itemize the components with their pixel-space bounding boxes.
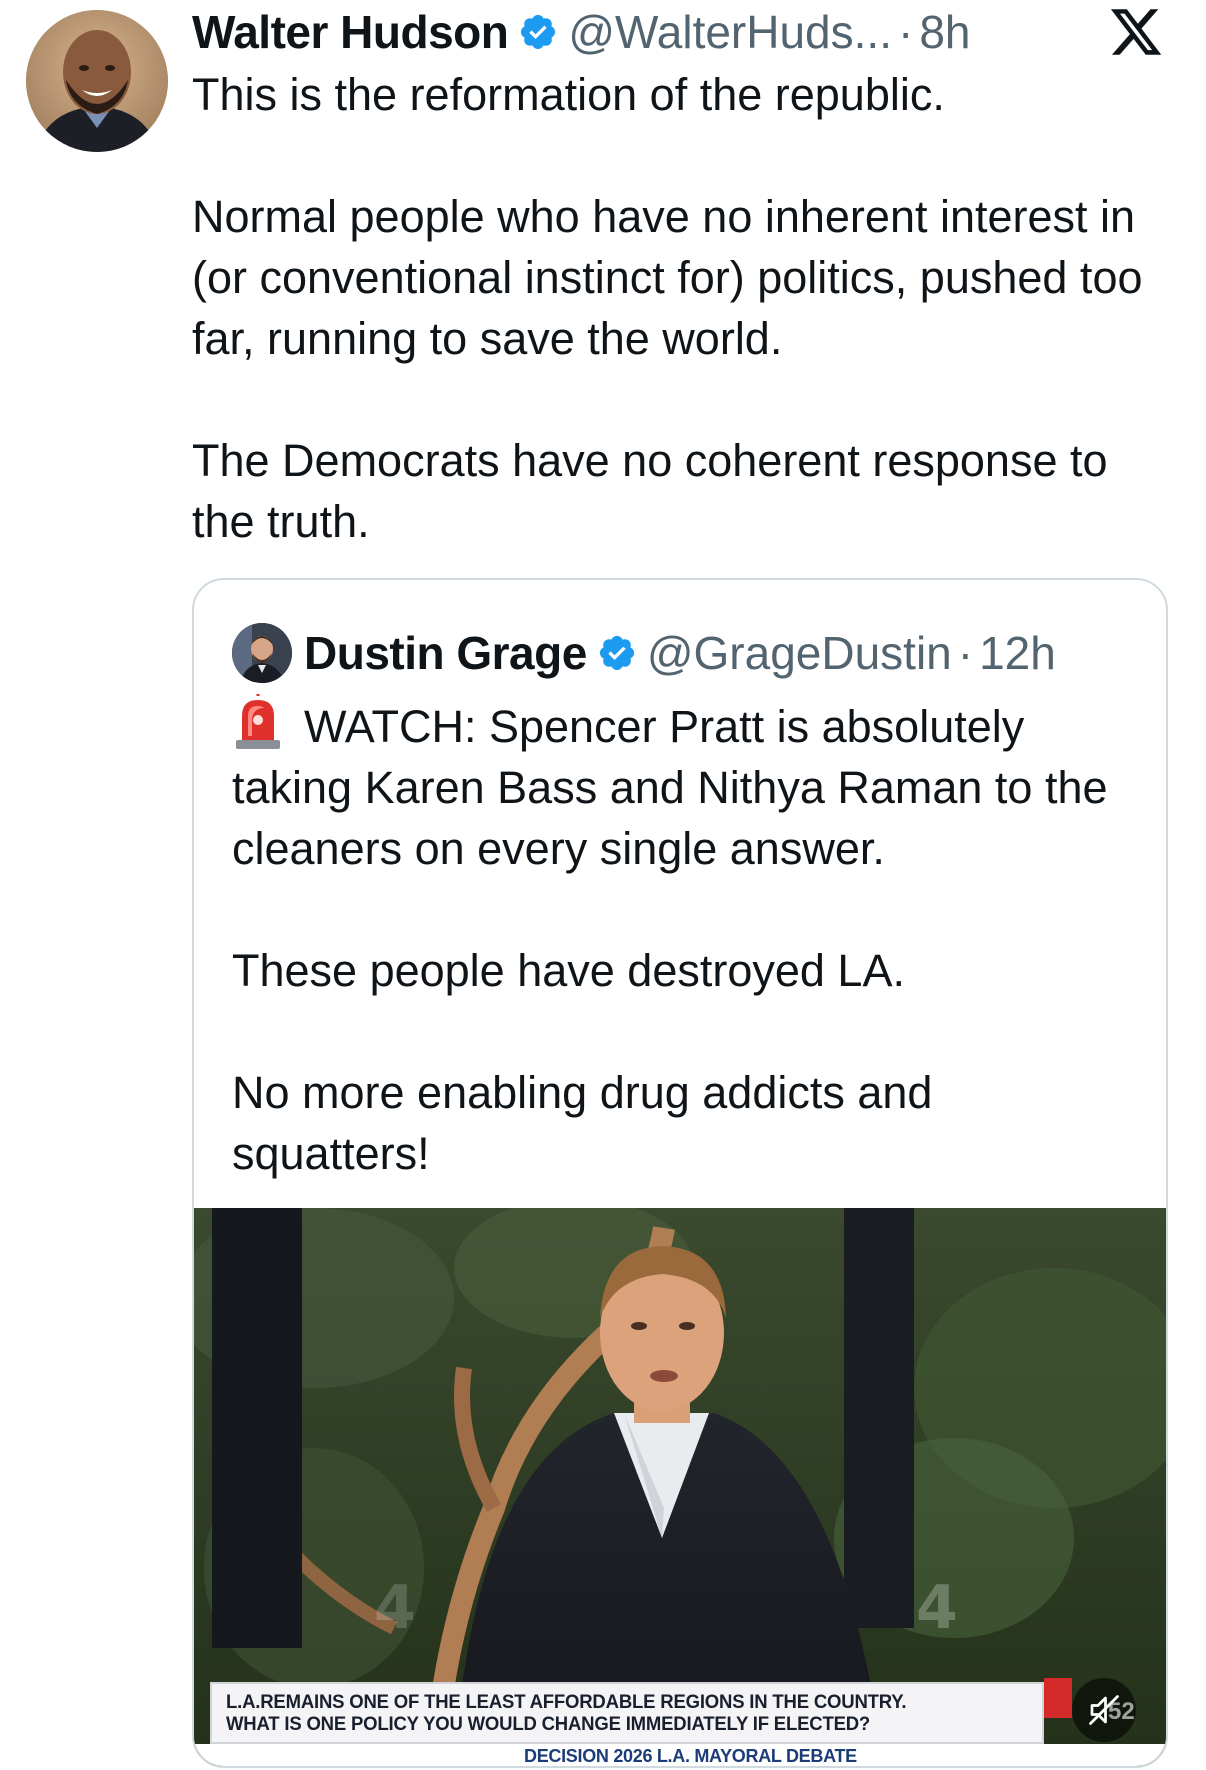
tweet-header: Walter Hudson @WalterHuds... · 8h xyxy=(192,2,970,62)
tweet-timestamp[interactable]: 8h xyxy=(919,5,970,59)
separator-dot: · xyxy=(897,6,914,58)
quoted-tweet-paragraph: WATCH: Spencer Pratt is absolutely takin… xyxy=(232,694,1132,879)
mute-button[interactable]: 52 xyxy=(1072,1678,1136,1742)
quoted-tweet-paragraph-text: WATCH: Spencer Pratt is absolutely takin… xyxy=(232,701,1108,874)
ticker-text: DECISION 2026 L.A. MAYORAL DEBATE xyxy=(524,1746,857,1766)
quoted-author-avatar[interactable] xyxy=(232,623,292,683)
channel-logo-text: 52 xyxy=(1108,1698,1135,1725)
police-siren-emoji xyxy=(232,694,284,750)
video-lower-third: L.A.REMAINS ONE OF THE LEAST AFFORDABLE … xyxy=(210,1682,1044,1744)
x-logo-icon xyxy=(1108,4,1164,60)
svg-text:4: 4 xyxy=(916,1573,958,1643)
quoted-tweet-text: WATCH: Spencer Pratt is absolutely takin… xyxy=(232,694,1132,1184)
author-avatar-image xyxy=(26,10,168,152)
tweet-paragraph: This is the reformation of the republic. xyxy=(192,69,945,120)
author-handle[interactable]: @WalterHuds... xyxy=(568,5,892,59)
quoted-author-handle[interactable]: @GrageDustin xyxy=(647,626,952,680)
quoted-author-name[interactable]: Dustin Grage xyxy=(304,626,587,680)
video-ticker: DECISION 2026 L.A. MAYORAL DEBATE xyxy=(194,1744,1166,1766)
lower-third-line: L.A.REMAINS ONE OF THE LEAST AFFORDABLE … xyxy=(226,1691,907,1713)
quoted-author-avatar-image xyxy=(232,623,292,683)
tweet-paragraph: The Democrats have no coherent response … xyxy=(192,435,1108,547)
video-player[interactable]: 4 4 L.A.REMAINS ONE OF THE LEAST AFFORDA… xyxy=(194,1208,1166,1766)
quoted-tweet-timestamp[interactable]: 12h xyxy=(979,626,1056,680)
separator-dot: · xyxy=(957,627,974,679)
author-name[interactable]: Walter Hudson xyxy=(192,5,509,59)
tweet-paragraph: Normal people who have no inherent inter… xyxy=(192,191,1143,364)
quoted-tweet-card[interactable]: Dustin Grage @GrageDustin · 12h WATCH: S… xyxy=(192,578,1168,1768)
tweet-text: This is the reformation of the republic.… xyxy=(192,64,1182,552)
svg-text:4: 4 xyxy=(374,1573,416,1643)
author-avatar[interactable] xyxy=(26,10,168,152)
quoted-tweet-header: Dustin Grage @GrageDustin · 12h xyxy=(232,622,1056,684)
quoted-tweet-paragraph: No more enabling drug addicts and squatt… xyxy=(232,1067,933,1179)
lower-third-line: WHAT IS ONE POLICY YOU WOULD CHANGE IMME… xyxy=(226,1713,871,1735)
verified-badge-icon xyxy=(518,12,558,52)
verified-badge-icon xyxy=(597,633,637,673)
quoted-tweet-paragraph: These people have destroyed LA. xyxy=(232,945,905,996)
